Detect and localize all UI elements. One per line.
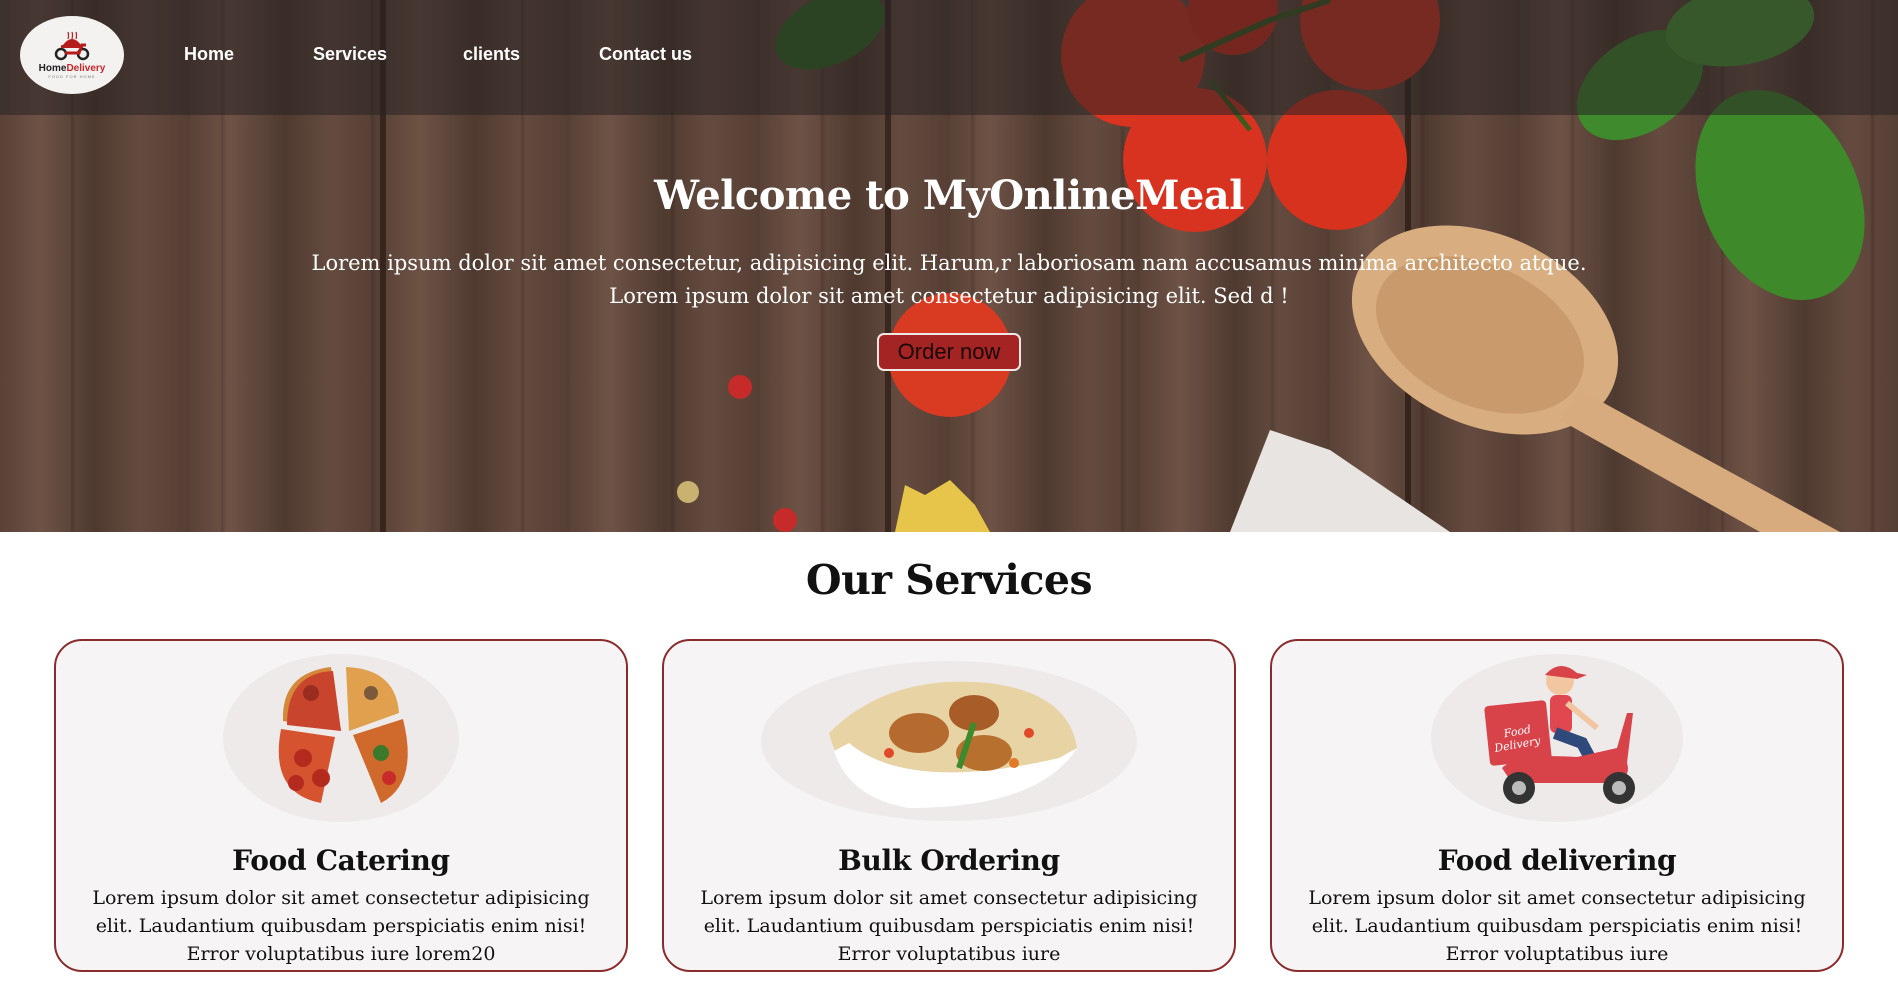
service-card-bulk-ordering: Bulk Ordering Lorem ipsum dolor sit amet… bbox=[662, 639, 1236, 972]
service-card-text: Lorem ipsum dolor sit amet consectetur a… bbox=[92, 887, 590, 965]
navbar bbox=[0, 0, 1898, 115]
logo-tagline: FOOD FOR HOME bbox=[48, 74, 96, 79]
logo[interactable]: HomeDelivery FOOD FOR HOME bbox=[20, 16, 124, 94]
order-now-button[interactable]: Order now bbox=[877, 333, 1021, 371]
pizza-icon bbox=[223, 654, 459, 822]
nav-home[interactable]: Home bbox=[184, 44, 234, 65]
service-card-title: Food Catering bbox=[232, 844, 450, 877]
nav-clients[interactable]: clients bbox=[463, 44, 520, 65]
service-card-title: Bulk Ordering bbox=[838, 844, 1060, 877]
service-card-food-delivering: Food Delivery Food delivering Lorem ipsu… bbox=[1270, 639, 1844, 972]
biryani-icon bbox=[761, 661, 1137, 821]
delivery-bike-logo-icon bbox=[54, 31, 90, 61]
nav-contact-us[interactable]: Contact us bbox=[599, 44, 692, 65]
hero-section: HomeDelivery FOOD FOR HOME Home Services… bbox=[0, 0, 1898, 532]
hero-line-1: Lorem ipsum dolor sit amet consectetur, … bbox=[311, 251, 1587, 275]
service-card-food-catering: Food Catering Lorem ipsum dolor sit amet… bbox=[54, 639, 628, 972]
service-card-text: Lorem ipsum dolor sit amet consectetur a… bbox=[1308, 887, 1806, 965]
service-card-title: Food delivering bbox=[1437, 844, 1677, 877]
hero-title: Welcome to MyOnlineMeal bbox=[654, 172, 1244, 219]
hero-description: Lorem ipsum dolor sit amet consectetur, … bbox=[250, 247, 1648, 313]
services-title: Our Services bbox=[805, 556, 1093, 604]
logo-text: HomeDelivery bbox=[38, 63, 106, 74]
service-card-text: Lorem ipsum dolor sit amet consectetur a… bbox=[700, 887, 1198, 965]
hero-line-2: Lorem ipsum dolor sit amet consectetur a… bbox=[609, 284, 1289, 308]
delivery-scooter-icon: Food Delivery bbox=[1431, 654, 1683, 822]
nav-services[interactable]: Services bbox=[313, 44, 387, 65]
